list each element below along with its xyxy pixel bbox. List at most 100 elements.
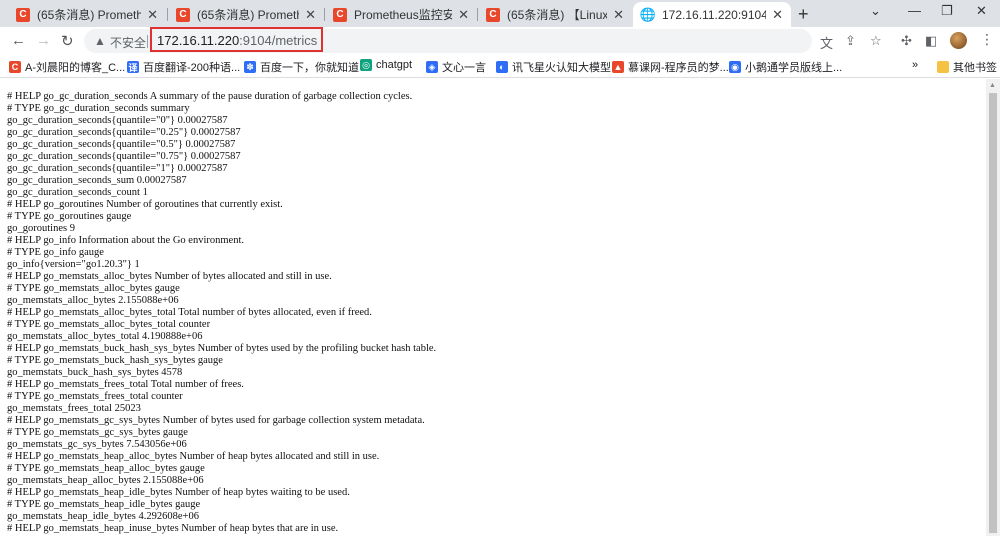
bookmarks-bar: C A-刘晨阳的博客_C... 译 百度翻译-200种语... ✽ 百度一下，你…	[0, 55, 1000, 78]
bookmark-item[interactable]: C A-刘晨阳的博客_C...	[9, 59, 125, 75]
close-window-button[interactable]: ✕	[976, 3, 987, 19]
metrics-line: go_info{version="go1.20.3"} 1	[7, 259, 140, 270]
bookmark-label: 慕课网-程序员的梦...	[628, 62, 729, 74]
close-icon[interactable]: ✕	[613, 7, 624, 23]
metrics-line: # HELP go_memstats_heap_alloc_bytes Numb…	[7, 451, 380, 462]
tab-2[interactable]: C (65条消息) Prometheus ✕	[168, 2, 324, 27]
csdn-icon: C	[9, 61, 21, 73]
tab-1[interactable]: C (65条消息) Prometheus ✕	[8, 2, 166, 27]
url-host: 172.16.11.220	[157, 33, 240, 48]
metrics-line: # TYPE go_memstats_alloc_bytes_total cou…	[7, 319, 211, 330]
metrics-line: # TYPE go_info gauge	[7, 247, 104, 258]
chatgpt-icon: ◎	[360, 59, 372, 71]
metrics-line: go_gc_duration_seconds{quantile="0"} 0.0…	[7, 115, 228, 126]
metrics-line: go_memstats_buck_hash_sys_bytes 4578	[7, 367, 183, 378]
metrics-line: # HELP go_memstats_frees_total Total num…	[7, 379, 244, 390]
other-bookmarks[interactable]: 其他书签	[937, 59, 997, 75]
translate-icon[interactable]: 文	[820, 33, 833, 52]
bookmark-item[interactable]: ◐ 讯飞星火认知大模型	[496, 59, 611, 75]
globe-icon: 🌐	[639, 6, 657, 22]
tab-search-icon[interactable]: ⌄	[870, 3, 881, 19]
metrics-line: # TYPE go_memstats_heap_idle_bytes gauge	[7, 499, 201, 510]
bookmark-label: chatgpt	[376, 59, 413, 71]
metrics-line: go_gc_duration_seconds_sum 0.00027587	[7, 175, 187, 186]
bookmark-item[interactable]: 译 百度翻译-200种语...	[127, 59, 240, 75]
bookmarks-overflow-button[interactable]: »	[912, 59, 918, 71]
close-icon[interactable]: ✕	[305, 7, 316, 23]
csdn-icon: C	[486, 7, 500, 22]
url-path: :9104/metrics	[239, 33, 318, 48]
avatar[interactable]	[950, 32, 967, 49]
tab-title: Prometheus监控安装部署	[354, 8, 453, 22]
metrics-line: go_gc_duration_seconds_count 1	[7, 187, 148, 198]
tab-title: (65条消息) Prometheus	[197, 8, 299, 22]
scrollbar[interactable]: ▲	[986, 79, 1000, 536]
reload-icon[interactable]: ↻	[61, 32, 74, 50]
metrics-line: # HELP go_gc_duration_seconds A summary …	[7, 91, 413, 102]
close-icon[interactable]: ✕	[772, 7, 783, 23]
back-arrow-icon[interactable]: ←	[11, 32, 26, 49]
tab-title: (65条消息) Prometheus	[37, 8, 142, 22]
tab-strip: C (65条消息) Prometheus ✕ C (65条消息) Prometh…	[0, 0, 1000, 27]
close-icon[interactable]: ✕	[458, 7, 469, 23]
baidu-icon: ✽	[244, 61, 256, 73]
csdn-icon: C	[176, 7, 190, 22]
bookmark-item[interactable]: ✽ 百度一下，你就知道	[244, 59, 359, 75]
bookmark-label: 讯飞星火认知大模型	[512, 62, 611, 74]
bookmark-item[interactable]: ◉ 小鹅通学员版线上...	[729, 59, 842, 75]
metrics-line: # TYPE go_memstats_alloc_bytes gauge	[7, 283, 180, 294]
metrics-line: go_memstats_alloc_bytes 2.155088e+06	[7, 295, 179, 306]
extensions-icon[interactable]: ✣	[901, 33, 912, 49]
wenxin-icon: ◈	[426, 61, 438, 73]
star-icon[interactable]: ☆	[870, 33, 882, 49]
scroll-up-icon[interactable]: ▲	[989, 82, 996, 89]
metrics-line: # HELP go_memstats_alloc_bytes Number of…	[7, 271, 332, 282]
metrics-line: # HELP go_memstats_alloc_bytes_total Tot…	[7, 307, 372, 318]
metrics-line: # TYPE go_memstats_gc_sys_bytes gauge	[7, 427, 188, 438]
csdn-icon: C	[16, 7, 30, 22]
xunfei-icon: ◐	[496, 61, 508, 73]
metrics-line: go_memstats_gc_sys_bytes 7.543056e+06	[7, 439, 187, 450]
url-text[interactable]: 172.16.11.220:9104/metrics	[157, 33, 317, 48]
other-bookmarks-label: 其他书签	[953, 62, 997, 74]
tab-active-metrics[interactable]: 🌐 172.16.11.220:9104/metrics ✕	[633, 2, 791, 27]
bookmark-label: A-刘晨阳的博客_C...	[25, 62, 126, 74]
metrics-line: # HELP go_info Information about the Go …	[7, 235, 244, 246]
metrics-line: # HELP go_memstats_heap_inuse_bytes Numb…	[7, 523, 339, 534]
bookmark-item[interactable]: ◎ chatgpt	[360, 59, 412, 71]
metrics-line: go_memstats_frees_total 25023	[7, 403, 141, 414]
restore-button[interactable]: ❐	[941, 3, 953, 19]
metrics-line: # HELP go_memstats_buck_hash_sys_bytes N…	[7, 343, 437, 354]
divider	[147, 35, 148, 48]
minimize-button[interactable]: —	[908, 3, 921, 18]
bookmark-label: 百度翻译-200种语...	[143, 62, 241, 74]
bookmark-item[interactable]: ▲ 慕课网-程序员的梦...	[612, 59, 729, 75]
metrics-line: go_memstats_heap_alloc_bytes 2.155088e+0…	[7, 475, 204, 486]
metrics-line: # HELP go_memstats_heap_idle_bytes Numbe…	[7, 487, 350, 498]
metrics-line: go_gc_duration_seconds{quantile="0.25"} …	[7, 127, 241, 138]
bookmark-label: 小鹅通学员版线上...	[745, 62, 843, 74]
bookmark-item[interactable]: ◈ 文心一言	[426, 59, 486, 75]
insecure-label[interactable]: 不安全	[110, 34, 146, 51]
warning-icon[interactable]: ▲	[94, 34, 106, 48]
menu-icon[interactable]: ⋮	[980, 31, 994, 48]
metrics-line: # HELP go_goroutines Number of goroutine…	[7, 199, 283, 210]
close-icon[interactable]: ✕	[147, 7, 158, 23]
metrics-line: go_gc_duration_seconds{quantile="0.5"} 0…	[7, 139, 236, 150]
metrics-line: # HELP go_memstats_gc_sys_bytes Number o…	[7, 415, 425, 426]
forward-arrow-icon[interactable]: →	[36, 32, 51, 49]
tab-3[interactable]: C Prometheus监控安装部署 ✕	[325, 2, 477, 27]
metrics-line: # TYPE go_memstats_frees_total counter	[7, 391, 183, 402]
share-icon[interactable]: ⇪	[845, 33, 856, 49]
scroll-thumb[interactable]	[989, 93, 997, 533]
translate-icon: 译	[127, 61, 139, 73]
sidepanel-icon[interactable]: ◧	[925, 33, 937, 49]
tab-4[interactable]: C (65条消息) 【Linux】pro ✕	[478, 2, 632, 27]
new-tab-button[interactable]: +	[798, 4, 809, 25]
metrics-line: # TYPE go_goroutines gauge	[7, 211, 132, 222]
metrics-line: # TYPE go_memstats_heap_alloc_bytes gaug…	[7, 463, 205, 474]
xiaoe-icon: ◉	[729, 61, 741, 73]
metrics-page: # HELP go_gc_duration_seconds A summary …	[0, 79, 986, 536]
csdn-icon: C	[333, 7, 347, 22]
tab-title: 172.16.11.220:9104/metrics	[662, 7, 767, 22]
